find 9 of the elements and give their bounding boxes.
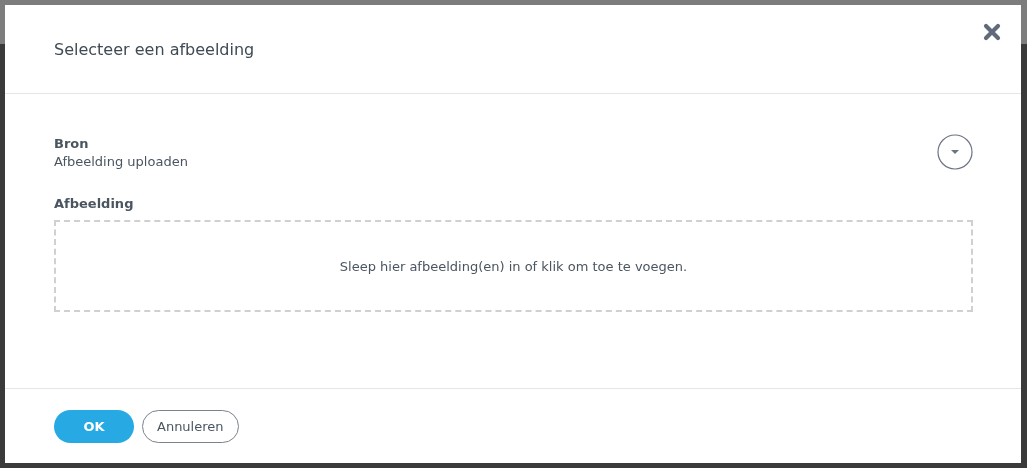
dropdown-icon[interactable] <box>937 134 973 170</box>
cancel-button[interactable]: Annuleren <box>142 409 239 443</box>
source-value[interactable]: Afbeelding uploaden <box>54 153 188 169</box>
field-label: Afbeelding <box>54 196 135 211</box>
close-icon[interactable] <box>983 23 1001 41</box>
dropzone-hint: Sleep hier afbeelding(en) in of klik om toe te voegen. <box>339 258 688 274</box>
field-label: Bron <box>54 135 90 151</box>
upload-dropzone[interactable]: Sleep hier afbeelding(en) in of klik om toe te voegen. <box>54 220 973 312</box>
dialog-title: Selecteer een afbeelding <box>54 39 255 59</box>
